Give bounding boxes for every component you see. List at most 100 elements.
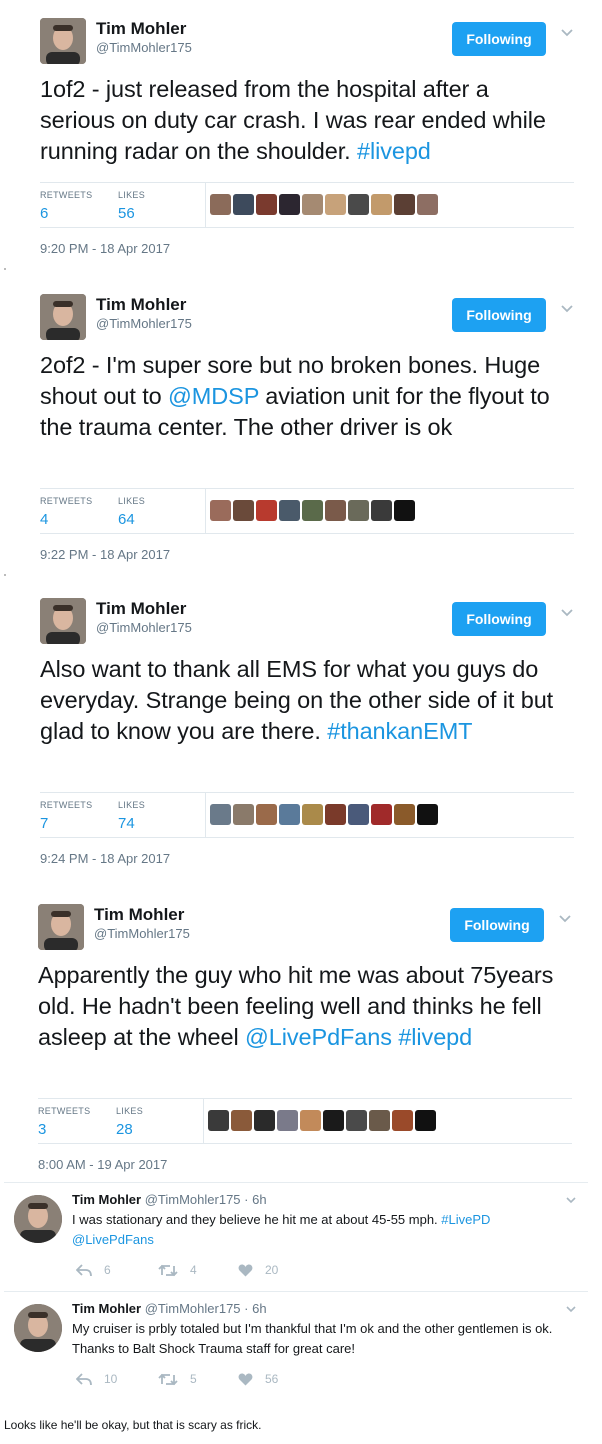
chevron-down-icon[interactable]: [560, 26, 574, 40]
liker-avatars[interactable]: [210, 500, 417, 522]
likes-stat[interactable]: LIKES 64: [118, 496, 145, 528]
author-name[interactable]: Tim Mohler: [94, 905, 184, 925]
likes-stat[interactable]: LIKES 28: [116, 1106, 143, 1138]
liker-avatar[interactable]: [348, 194, 369, 215]
retweets-stat[interactable]: RETWEETS 3: [38, 1106, 90, 1138]
liker-avatar[interactable]: [279, 500, 300, 521]
author-name[interactable]: Tim Mohler: [96, 599, 186, 619]
liker-avatar[interactable]: [415, 1110, 436, 1131]
tweet-timestamp[interactable]: 9:20 PM - 18 Apr 2017: [40, 241, 170, 256]
chevron-down-icon[interactable]: [565, 1303, 577, 1315]
tweet-timestamp[interactable]: 9:22 PM - 18 Apr 2017: [40, 547, 170, 562]
following-button[interactable]: Following: [452, 22, 546, 56]
liker-avatar[interactable]: [323, 1110, 344, 1131]
liker-avatar[interactable]: [210, 500, 231, 521]
liker-avatar[interactable]: [302, 500, 323, 521]
following-button[interactable]: Following: [452, 602, 546, 636]
liker-avatar[interactable]: [233, 500, 254, 521]
retweet-action[interactable]: 4: [158, 1263, 197, 1277]
likes-count[interactable]: 64: [118, 511, 145, 528]
liker-avatar[interactable]: [417, 194, 438, 215]
liker-avatar[interactable]: [300, 1110, 321, 1131]
liker-avatar[interactable]: [325, 804, 346, 825]
retweets-stat[interactable]: RETWEETS 4: [40, 496, 92, 528]
liker-avatar[interactable]: [394, 500, 415, 521]
author-handle-time[interactable]: @TimMohler175 · 6h: [145, 1301, 267, 1316]
author-name[interactable]: Tim Mohler: [96, 295, 186, 315]
author-handle[interactable]: @TimMohler175: [96, 40, 192, 55]
chevron-down-icon[interactable]: [558, 912, 572, 926]
likes-stat[interactable]: LIKES 74: [118, 800, 145, 832]
liker-avatar[interactable]: [208, 1110, 229, 1131]
liker-avatar[interactable]: [371, 804, 392, 825]
liker-avatar[interactable]: [348, 804, 369, 825]
retweets-stat[interactable]: RETWEETS 7: [40, 800, 92, 832]
avatar[interactable]: [14, 1304, 62, 1352]
likes-count[interactable]: 28: [116, 1121, 143, 1138]
following-button[interactable]: Following: [450, 908, 544, 942]
author-name[interactable]: Tim Mohler: [72, 1301, 141, 1316]
avatar[interactable]: [14, 1195, 62, 1243]
liker-avatar[interactable]: [210, 804, 231, 825]
author-name[interactable]: Tim Mohler: [96, 19, 186, 39]
likes-stat[interactable]: LIKES 56: [118, 190, 145, 222]
liker-avatar[interactable]: [392, 1110, 413, 1131]
tweet-timestamp[interactable]: 9:24 PM - 18 Apr 2017: [40, 851, 170, 866]
following-button[interactable]: Following: [452, 298, 546, 332]
liker-avatar[interactable]: [279, 194, 300, 215]
liker-avatar[interactable]: [302, 804, 323, 825]
liker-avatar[interactable]: [254, 1110, 275, 1131]
liker-avatar[interactable]: [325, 194, 346, 215]
liker-avatars[interactable]: [208, 1110, 438, 1132]
retweets-count[interactable]: 3: [38, 1121, 90, 1138]
retweets-count[interactable]: 4: [40, 511, 92, 528]
liker-avatar[interactable]: [417, 804, 438, 825]
mention-hashtag-links[interactable]: @LivePdFans #livepd: [245, 1024, 472, 1050]
liker-avatar[interactable]: [371, 500, 392, 521]
likes-count[interactable]: 74: [118, 815, 145, 832]
liker-avatar[interactable]: [210, 194, 231, 215]
likes-count[interactable]: 56: [118, 205, 145, 222]
chevron-down-icon[interactable]: [560, 302, 574, 316]
liker-avatars[interactable]: [210, 194, 440, 216]
liker-avatar[interactable]: [277, 1110, 298, 1131]
chevron-down-icon[interactable]: [560, 606, 574, 620]
liker-avatar[interactable]: [256, 194, 277, 215]
like-action[interactable]: 20: [238, 1263, 278, 1277]
liker-avatar[interactable]: [233, 804, 254, 825]
author-handle-time[interactable]: @TimMohler175 · 6h: [145, 1192, 267, 1207]
liker-avatar[interactable]: [394, 804, 415, 825]
hashtag-link[interactable]: #thankanEMT: [327, 718, 472, 744]
retweets-count[interactable]: 6: [40, 205, 92, 222]
author-name[interactable]: Tim Mohler: [72, 1192, 141, 1207]
liker-avatar[interactable]: [348, 500, 369, 521]
author-handle[interactable]: @TimMohler175: [96, 620, 192, 635]
reply-tweet-1[interactable]: Tim Mohler @TimMohler175 · 6h I was stat…: [4, 1182, 588, 1292]
retweets-stat[interactable]: RETWEETS 6: [40, 190, 92, 222]
liker-avatar[interactable]: [231, 1110, 252, 1131]
reply-action[interactable]: 10: [76, 1372, 117, 1386]
liker-avatar[interactable]: [279, 804, 300, 825]
reply-action[interactable]: 6: [76, 1263, 111, 1277]
avatar[interactable]: [40, 18, 86, 64]
hashtag-link[interactable]: #livepd: [357, 138, 431, 164]
liker-avatars[interactable]: [210, 804, 440, 826]
avatar[interactable]: [40, 294, 86, 340]
like-action[interactable]: 56: [238, 1372, 278, 1386]
author-handle[interactable]: @TimMohler175: [96, 316, 192, 331]
liker-avatar[interactable]: [256, 804, 277, 825]
retweets-count[interactable]: 7: [40, 815, 92, 832]
avatar[interactable]: [40, 598, 86, 644]
liker-avatar[interactable]: [394, 194, 415, 215]
mention-link[interactable]: @MDSP: [168, 383, 259, 409]
liker-avatar[interactable]: [346, 1110, 367, 1131]
liker-avatar[interactable]: [302, 194, 323, 215]
reply-tweet-2[interactable]: Tim Mohler @TimMohler175 · 6h My cruiser…: [4, 1291, 588, 1399]
liker-avatar[interactable]: [233, 194, 254, 215]
avatar[interactable]: [38, 904, 84, 950]
author-handle[interactable]: @TimMohler175: [94, 926, 190, 941]
liker-avatar[interactable]: [371, 194, 392, 215]
liker-avatar[interactable]: [256, 500, 277, 521]
liker-avatar[interactable]: [325, 500, 346, 521]
tweet-timestamp[interactable]: 8:00 AM - 19 Apr 2017: [38, 1157, 167, 1172]
